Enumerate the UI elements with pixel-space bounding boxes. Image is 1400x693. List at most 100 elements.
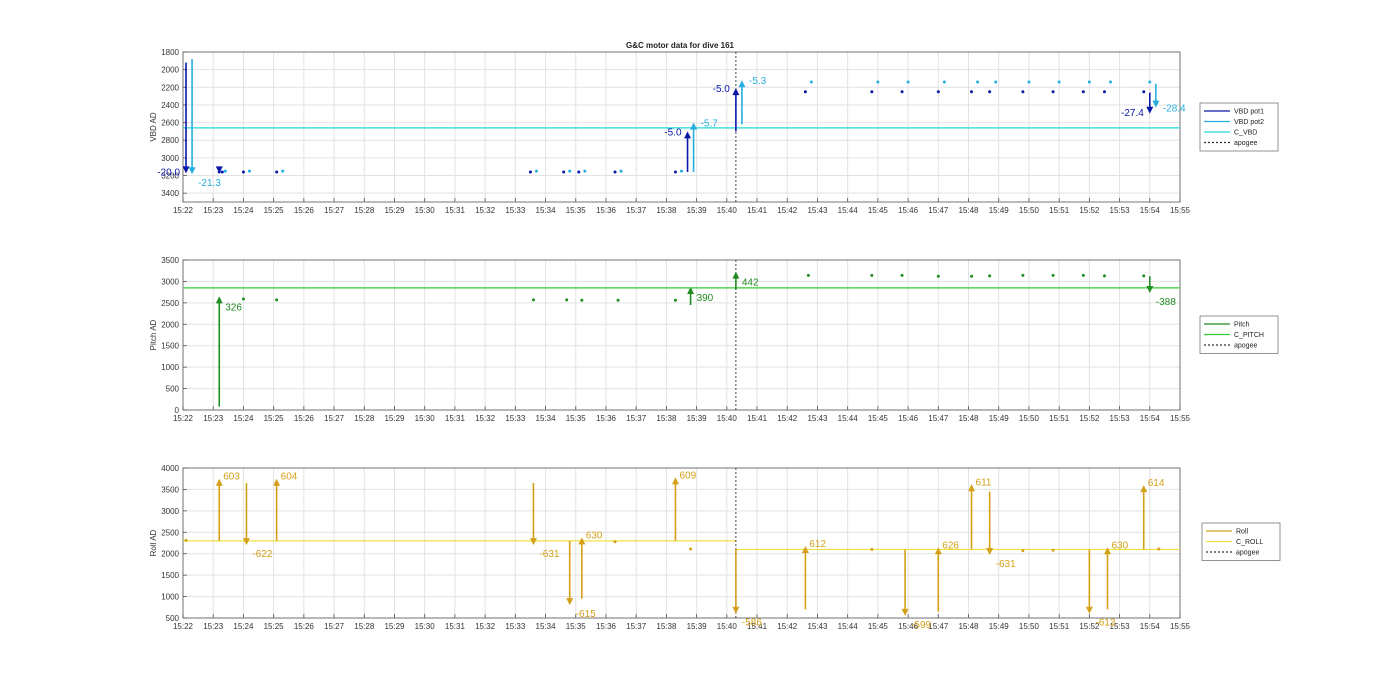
arrow-head — [684, 131, 692, 139]
data-point — [900, 90, 904, 94]
y-tick-label: 2000 — [161, 320, 179, 329]
data-point — [281, 169, 285, 173]
data-point — [220, 170, 224, 174]
x-tick-label: 15:50 — [1019, 206, 1040, 215]
arrow-head — [1140, 485, 1148, 493]
x-tick-label: 15:45 — [868, 414, 889, 423]
y-axis-label: VBD AD — [149, 112, 158, 142]
y-tick-label: 1000 — [161, 593, 179, 602]
data-point — [1102, 274, 1106, 278]
x-tick-label: 15:22 — [173, 622, 194, 631]
x-tick-label: 15:29 — [384, 414, 405, 423]
x-tick-label: 15:30 — [415, 622, 436, 631]
y-axis-label: Roll AD — [149, 529, 158, 556]
data-point — [241, 297, 245, 301]
data-point — [1021, 549, 1025, 553]
arrow-head — [1146, 106, 1154, 114]
y-tick-label: 3000 — [161, 154, 179, 163]
data-point — [1157, 547, 1161, 551]
x-tick-label: 15:36 — [596, 622, 617, 631]
data-point — [580, 298, 584, 302]
x-tick-label: 15:29 — [384, 622, 405, 631]
x-tick-label: 15:34 — [536, 622, 557, 631]
data-point — [970, 90, 974, 94]
x-tick-label: 15:54 — [1140, 206, 1161, 215]
arrow-head — [1152, 100, 1160, 108]
data-point — [568, 169, 572, 173]
data-point — [970, 274, 974, 278]
x-tick-label: 15:35 — [566, 622, 587, 631]
x-tick-label: 15:41 — [747, 206, 768, 215]
arrow-label: 390 — [697, 293, 714, 304]
x-tick-label: 15:36 — [596, 414, 617, 423]
x-tick-label: 15:40 — [717, 622, 738, 631]
legend-entry: Pitch — [1234, 322, 1250, 329]
legend-entry: Roll — [1236, 529, 1249, 536]
data-point — [1051, 90, 1055, 94]
subplot-3: 15:22 15:23 15:24 15:25 15:26 15:27 15:28 15:29… — [149, 464, 1281, 631]
y-tick-label: 2000 — [161, 550, 179, 559]
x-tick-label: 15:46 — [898, 414, 919, 423]
data-point — [876, 80, 880, 84]
arrow-head — [1103, 547, 1111, 555]
data-point — [613, 540, 617, 544]
x-tick-label: 15:51 — [1049, 206, 1070, 215]
data-point — [994, 80, 998, 84]
x-tick-label: 15:40 — [717, 206, 738, 215]
x-tick-label: 15:42 — [777, 414, 798, 423]
x-tick-label: 15:52 — [1079, 206, 1100, 215]
y-tick-label: 3500 — [161, 256, 179, 265]
x-tick-label: 15:41 — [747, 414, 768, 423]
x-tick-label: 15:39 — [687, 414, 708, 423]
arrow-label: 609 — [679, 470, 696, 481]
arrow-label: -20.0 — [157, 167, 180, 178]
y-tick-label: 1500 — [161, 571, 179, 580]
axes-box — [182, 259, 1181, 411]
x-tick-label: 15:50 — [1019, 622, 1040, 631]
x-tick-label: 15:52 — [1079, 414, 1100, 423]
x-tick-label: 15:28 — [354, 206, 375, 215]
x-tick-label: 15:49 — [989, 206, 1010, 215]
x-tick-label: 15:40 — [717, 414, 738, 423]
arrow-label: 630 — [1111, 540, 1128, 551]
x-tick-label: 15:54 — [1140, 622, 1161, 631]
data-point — [223, 169, 227, 173]
arrow-label: 614 — [1148, 478, 1165, 489]
data-point — [275, 170, 279, 174]
x-tick-label: 15:46 — [898, 206, 919, 215]
x-tick-label: 15:22 — [173, 414, 194, 423]
x-tick-label: 15:38 — [656, 622, 677, 631]
arrow-label: -631 — [996, 559, 1016, 570]
y-tick-label: 2500 — [161, 299, 179, 308]
axes-box — [182, 467, 1181, 619]
data-point — [870, 273, 874, 277]
legend-entry: apogee — [1236, 550, 1259, 557]
x-tick-label: 15:42 — [777, 206, 798, 215]
y-tick-label: 3400 — [161, 189, 179, 198]
y-tick-label: 3000 — [161, 277, 179, 286]
data-point — [1142, 90, 1146, 94]
arrow-label: 612 — [809, 539, 826, 550]
data-point — [531, 298, 535, 302]
data-point — [562, 170, 566, 174]
arrow-label: -615 — [576, 609, 596, 620]
x-tick-label: 15:33 — [505, 622, 526, 631]
data-point — [870, 90, 874, 94]
data-point — [1051, 548, 1055, 552]
y-tick-label: 2500 — [161, 528, 179, 537]
legend-entry: C_VBD — [1234, 130, 1257, 137]
data-point — [803, 90, 807, 94]
x-tick-label: 15:29 — [384, 206, 405, 215]
x-tick-label: 15:49 — [989, 622, 1010, 631]
arrow-label: 326 — [225, 302, 242, 313]
data-point — [1148, 80, 1152, 84]
data-point — [1057, 80, 1061, 84]
x-tick-label: 15:26 — [294, 622, 315, 631]
x-tick-label: 15:26 — [294, 206, 315, 215]
x-tick-label: 15:37 — [626, 414, 647, 423]
x-tick-label: 15:36 — [596, 206, 617, 215]
arrow-label: -631 — [539, 549, 559, 560]
x-tick-label: 15:47 — [928, 414, 949, 423]
x-tick-label: 15:33 — [505, 414, 526, 423]
arrow-head — [566, 598, 574, 606]
